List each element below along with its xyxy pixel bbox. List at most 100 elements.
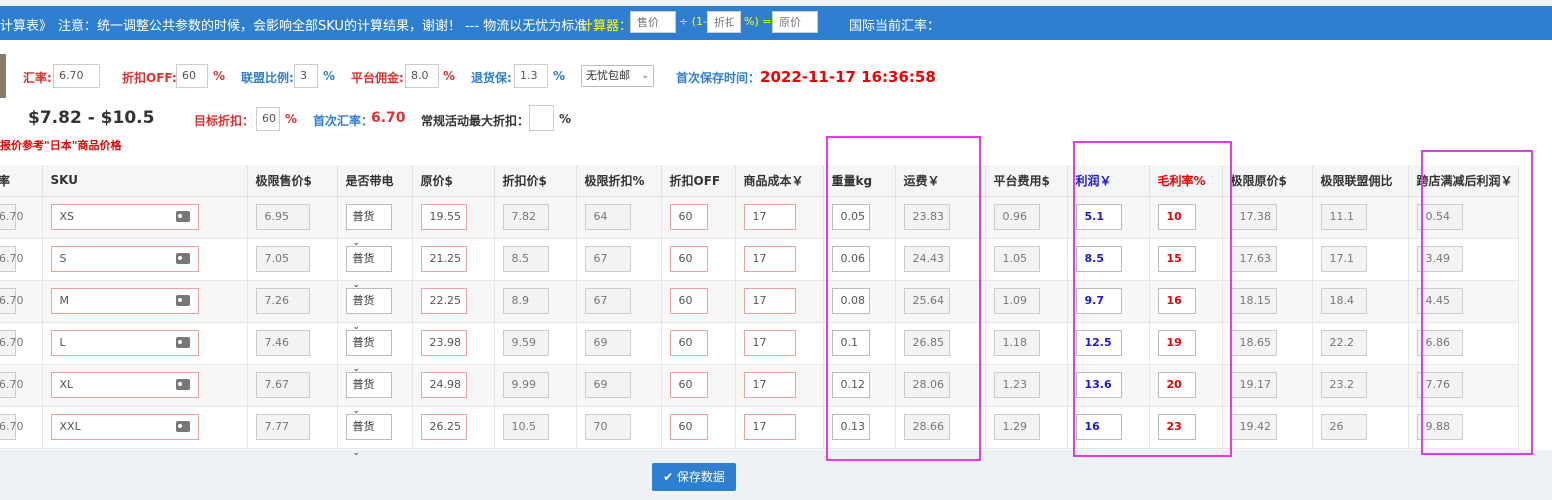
- id-card-icon[interactable]: [175, 253, 190, 264]
- table-cell: L: [42, 322, 248, 365]
- table-cell: 16: [1067, 406, 1150, 449]
- disc-off-input[interactable]: 60: [669, 288, 708, 314]
- cost-input[interactable]: 17: [743, 288, 796, 314]
- limit-disc-cell: 67: [584, 246, 631, 272]
- table-cell: 0.13: [823, 406, 896, 449]
- shipping-select[interactable]: 无忧包邮 ⌄: [581, 65, 654, 87]
- table-cell: 26.25: [412, 406, 495, 449]
- weight-input[interactable]: 0.1: [831, 330, 870, 356]
- table-cell: XL: [42, 364, 248, 407]
- affiliate-percent: %: [323, 69, 336, 83]
- cost-input[interactable]: 17: [743, 414, 796, 440]
- cost-input[interactable]: 17: [743, 330, 796, 356]
- orig-price-input[interactable]: 23.98: [420, 330, 467, 356]
- sku-input[interactable]: XS: [50, 204, 199, 230]
- profit-cell-value: 16: [1084, 420, 1100, 433]
- disc-off-input[interactable]: 60: [669, 414, 708, 440]
- sku-input[interactable]: M: [50, 288, 199, 314]
- orig-price-input[interactable]: 21.25: [420, 246, 467, 272]
- weight-input[interactable]: 0.13: [831, 414, 870, 440]
- chevron-down-icon: ⌄: [352, 448, 361, 458]
- limit-disc-cell-value: 67: [593, 252, 608, 265]
- rate-cell-value: 6.70: [0, 294, 24, 307]
- table-cell: 24.43: [895, 238, 986, 281]
- platform-fee-cell-value: 1.18: [1002, 336, 1028, 349]
- sku-input[interactable]: L: [50, 330, 199, 356]
- id-card-icon[interactable]: [175, 421, 190, 432]
- profit-cell-value: 5.1: [1084, 210, 1105, 223]
- calculator-label: 计算器：: [580, 19, 633, 34]
- affiliate-input[interactable]: 3: [294, 64, 318, 88]
- sku-input[interactable]: XXL: [50, 414, 199, 440]
- orig-price-input[interactable]: 26.25: [420, 414, 467, 440]
- table-cell: 11.1: [1312, 196, 1409, 239]
- disc-off-input[interactable]: 60: [669, 246, 708, 272]
- table-cell: 19.55: [412, 196, 495, 239]
- freight-cell: 25.64: [903, 288, 950, 314]
- orig-price-input[interactable]: 24.98: [420, 372, 467, 398]
- electric-select[interactable]: 普货 ⌄: [345, 372, 392, 416]
- weight-input[interactable]: 0.05: [831, 204, 870, 230]
- disc-price-cell-value: 7.82: [511, 210, 537, 223]
- rate-label: 汇率:: [23, 71, 52, 85]
- table-cell: 1.18: [985, 322, 1068, 365]
- table-body: 6.70 XS 6.95 普货 ⌄ 19.55 7.82 64 60 17 0.05 23.83 0.…: [0, 196, 1519, 458]
- electric-select[interactable]: 普货 ⌄: [345, 330, 392, 374]
- cost-input[interactable]: 17: [743, 204, 796, 230]
- weight-input[interactable]: 0.12: [831, 372, 870, 398]
- profit-cell: 16: [1075, 414, 1122, 440]
- calc-discount-input[interactable]: [707, 11, 741, 33]
- calc-price-input[interactable]: [630, 11, 676, 33]
- electric-select[interactable]: 普货 ⌄: [345, 204, 392, 248]
- platform-fee-cell-value: 1.29: [1002, 420, 1028, 433]
- table-cell: 3.49: [1408, 238, 1519, 281]
- header-col-weight: 重量kg: [823, 165, 896, 197]
- rate-cell-value: 6.70: [0, 252, 24, 265]
- rate-cell-value: 6.70: [0, 336, 24, 349]
- limit-price-cell-value: 6.95: [264, 210, 290, 223]
- orig-price-input[interactable]: 19.55: [420, 204, 467, 230]
- sku-input[interactable]: S: [50, 246, 199, 272]
- sku-input[interactable]: XL: [50, 372, 199, 398]
- margin-cell-value: 19: [1166, 336, 1182, 349]
- electric-select[interactable]: 普货 ⌄: [345, 414, 392, 458]
- disc-off-input-value: 60: [678, 336, 693, 349]
- cost-input[interactable]: 17: [743, 372, 796, 398]
- max-discount-input[interactable]: [529, 105, 554, 131]
- disc-off-input[interactable]: 60: [669, 204, 708, 230]
- id-card-icon[interactable]: [175, 379, 190, 390]
- weight-input-value: 0.08: [840, 294, 866, 307]
- id-card-icon[interactable]: [175, 211, 190, 222]
- weight-input[interactable]: 0.06: [831, 246, 870, 272]
- platform-fee-cell-value: 1.23: [1002, 378, 1028, 391]
- electric-select[interactable]: 普货 ⌄: [345, 288, 392, 332]
- table-cell: XS: [42, 196, 248, 239]
- limit-disc-cell-value: 67: [593, 294, 608, 307]
- commission-input[interactable]: 8.0: [405, 64, 439, 88]
- limit-orig-cell: 19.17: [1230, 372, 1277, 398]
- save-data-button[interactable]: ✔ 保存数据: [652, 463, 736, 491]
- limit-price-cell: 7.05: [255, 246, 310, 272]
- orig-price-input[interactable]: 22.25: [420, 288, 467, 314]
- limit-disc-cell-value: 64: [593, 210, 608, 223]
- rate-input[interactable]: 6.70: [53, 64, 100, 88]
- weight-input-value: 0.12: [840, 378, 866, 391]
- table-cell: 67: [576, 280, 662, 323]
- table-cell: 28.06: [895, 364, 986, 407]
- table-cell: 0.06: [823, 238, 896, 281]
- weight-input[interactable]: 0.08: [831, 288, 870, 314]
- id-card-icon[interactable]: [175, 295, 190, 306]
- table-cell: 17: [735, 238, 824, 281]
- electric-select[interactable]: 普货 ⌄: [345, 246, 392, 290]
- discount-off-input[interactable]: 60: [176, 64, 208, 88]
- affiliate-ratio-cell-value: 17.1: [1329, 252, 1355, 265]
- disc-off-input[interactable]: 60: [669, 330, 708, 356]
- cost-input[interactable]: 17: [743, 246, 796, 272]
- return-input[interactable]: 1.3: [514, 64, 548, 88]
- disc-off-input[interactable]: 60: [669, 372, 708, 398]
- target-discount-input[interactable]: 60: [256, 107, 280, 131]
- id-card-icon[interactable]: [175, 337, 190, 348]
- table-cell: 8.5: [1067, 238, 1150, 281]
- calc-result-input[interactable]: [772, 11, 818, 33]
- margin-cell-value: 15: [1166, 252, 1182, 265]
